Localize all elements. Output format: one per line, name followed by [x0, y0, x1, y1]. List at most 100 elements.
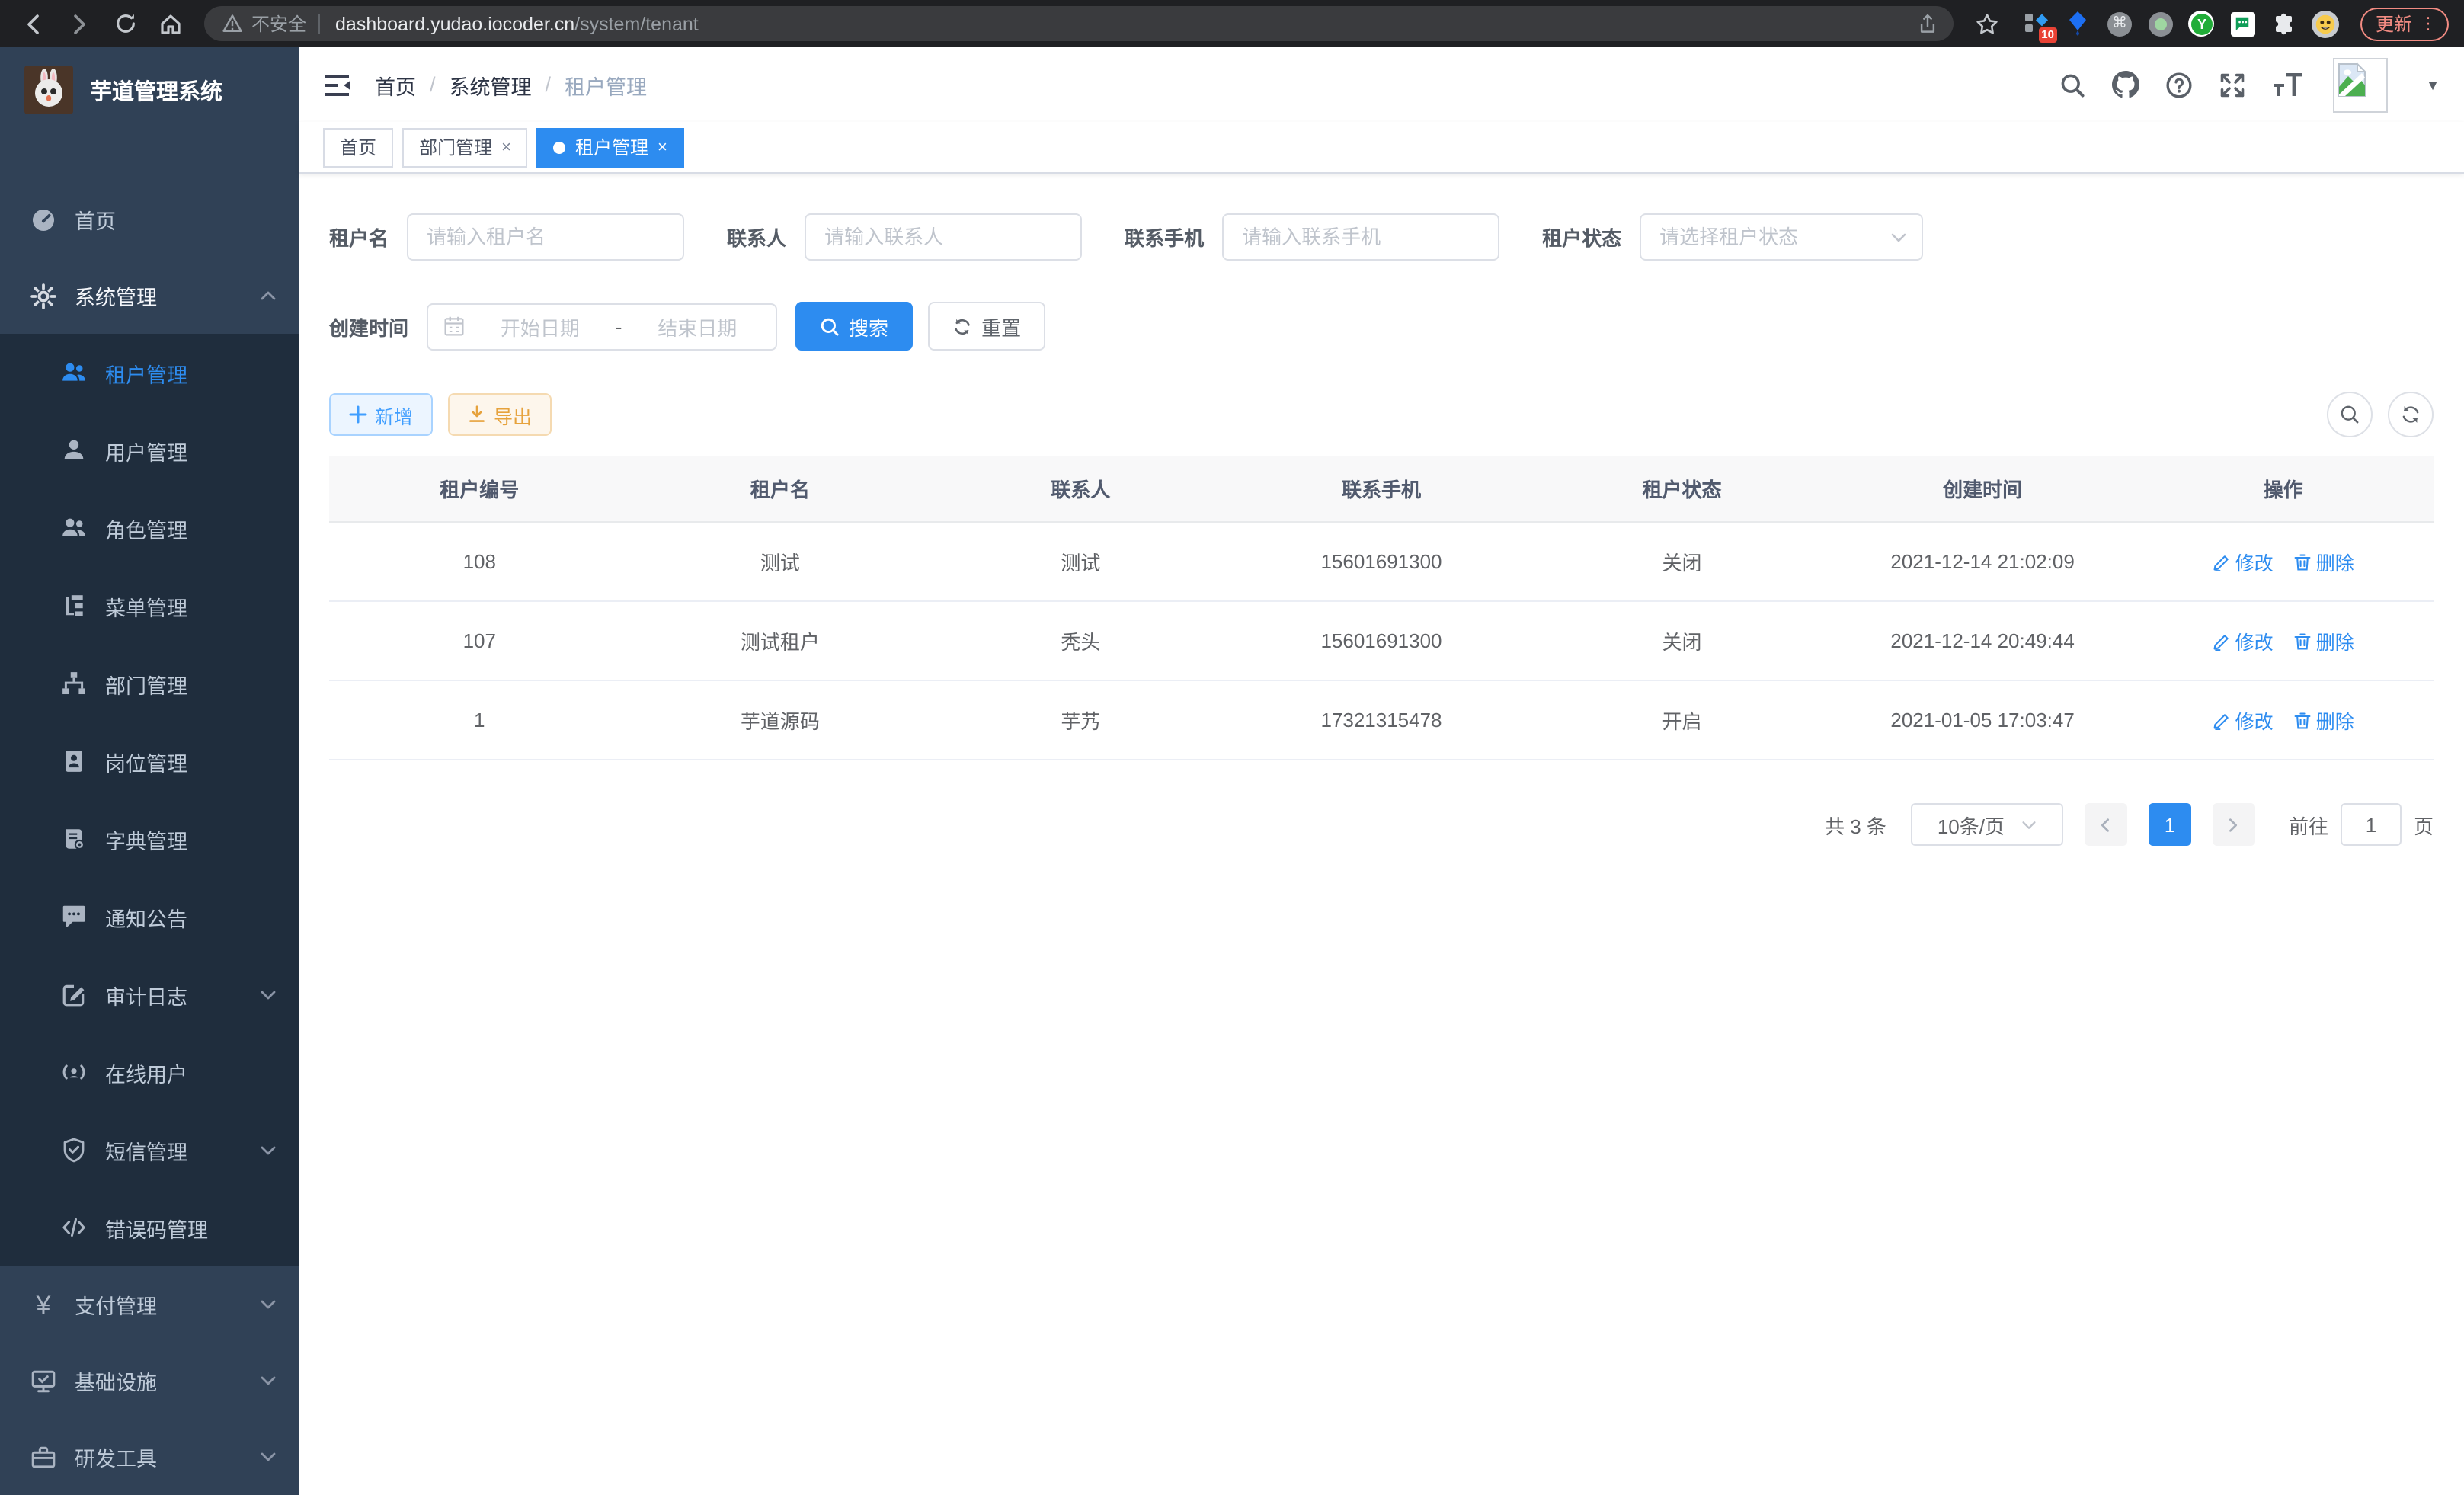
breadcrumb-home[interactable]: 首页 — [375, 69, 416, 100]
sidebar-item-system[interactable]: 系统管理 — [0, 258, 299, 334]
users-icon — [61, 360, 87, 386]
sidebar-item-payment[interactable]: ¥ 支付管理 — [0, 1266, 299, 1343]
sidebar-item-home[interactable]: 首页 — [0, 181, 299, 258]
export-button[interactable]: 导出 — [448, 393, 552, 436]
goto-page-input[interactable] — [2341, 803, 2402, 846]
extension-icon-chat[interactable] — [2229, 10, 2257, 37]
filter-tenant-name: 租户名 — [329, 213, 684, 261]
extension-icon-boxes-diamond[interactable]: 10 — [2024, 10, 2051, 37]
broken-image-icon — [2338, 62, 2366, 97]
sidebar-item-tenant[interactable]: 租户管理 — [0, 334, 299, 411]
chevron-down-icon — [259, 1448, 277, 1466]
delete-link[interactable]: 删除 — [2293, 706, 2354, 735]
extension-icon-y-logo[interactable]: Y — [2188, 10, 2216, 37]
breadcrumb-system[interactable]: 系统管理 — [450, 69, 532, 100]
sidebar-item-menu[interactable]: 菜单管理 — [0, 567, 299, 645]
goto-suffix: 页 — [2414, 810, 2434, 839]
sidebar-item-label: 错误码管理 — [105, 1212, 277, 1243]
tenant-status-select[interactable] — [1640, 213, 1923, 261]
contact-mobile-input[interactable] — [1222, 213, 1499, 261]
github-icon[interactable] — [2112, 71, 2139, 98]
cell-actions: 修改删除 — [2133, 601, 2434, 680]
cell-tenant-name: 测试租户 — [630, 601, 931, 680]
page-size-select[interactable]: 10条/页 — [1911, 803, 2063, 846]
close-icon[interactable]: × — [658, 138, 667, 156]
page-number-1[interactable]: 1 — [2149, 803, 2191, 846]
caret-down-icon[interactable]: ▼ — [2426, 77, 2440, 92]
sidebar-collapse-icon[interactable] — [320, 68, 354, 101]
reset-button[interactable]: 重置 — [928, 302, 1045, 351]
url-bar[interactable]: 不安全 dashboard.yudao.iocoder.cn/system/te… — [204, 6, 1954, 41]
url-divider — [318, 14, 320, 34]
edit-link[interactable]: 修改 — [2213, 547, 2274, 576]
cell-status: 关闭 — [1531, 601, 1832, 680]
tab-dept[interactable]: 部门管理 × — [402, 127, 528, 167]
delete-link[interactable]: 删除 — [2293, 547, 2354, 576]
monitor-icon — [30, 1368, 56, 1394]
header-actions: ▼ — [2059, 57, 2440, 112]
font-size-icon[interactable] — [2272, 72, 2304, 97]
profile-avatar-icon[interactable] — [2312, 10, 2339, 37]
sidebar-item-role[interactable]: 角色管理 — [0, 489, 299, 567]
show-search-toggle-button[interactable] — [2327, 392, 2373, 437]
refresh-table-button[interactable] — [2388, 392, 2434, 437]
extension-icon-gray-green-dot[interactable] — [2147, 10, 2174, 37]
extension-icon-balloon[interactable] — [2065, 10, 2092, 37]
sidebar-item-notice[interactable]: 通知公告 — [0, 878, 299, 956]
sidebar-item-audit-log[interactable]: 审计日志 — [0, 956, 299, 1033]
users-icon — [61, 515, 87, 541]
tenant-name-input[interactable] — [407, 213, 684, 261]
cell-contact-name: 测试 — [930, 522, 1231, 601]
tab-tenant[interactable]: 租户管理 × — [537, 127, 684, 167]
shield-icon — [61, 1137, 87, 1163]
page-size-value: 10条/页 — [1938, 810, 2005, 839]
sidebar-item-sms[interactable]: 短信管理 — [0, 1111, 299, 1189]
add-button[interactable]: 新增 — [329, 393, 433, 436]
avatar[interactable] — [2333, 57, 2388, 112]
sidebar-item-dept[interactable]: 部门管理 — [0, 645, 299, 722]
sidebar-item-user[interactable]: 用户管理 — [0, 411, 299, 489]
edit-link-label: 修改 — [2235, 626, 2274, 655]
back-icon[interactable] — [15, 5, 52, 42]
sidebar-item-error-code[interactable]: 错误码管理 — [0, 1189, 299, 1266]
prev-page-button[interactable] — [2085, 803, 2127, 846]
sidebar-item-dict[interactable]: 字典管理 — [0, 800, 299, 878]
browser-update-menu-button[interactable]: 更新 ⋮ — [2360, 7, 2449, 40]
cell-actions: 修改删除 — [2133, 522, 2434, 601]
contact-name-input[interactable] — [805, 213, 1082, 261]
extension-icon-command[interactable]: ⌘ — [2106, 10, 2133, 37]
home-icon[interactable] — [152, 5, 189, 42]
search-button[interactable]: 搜索 — [795, 302, 913, 351]
delete-link[interactable]: 删除 — [2293, 626, 2354, 655]
sidebar-item-dev-tools[interactable]: 研发工具 — [0, 1419, 299, 1495]
start-date-placeholder[interactable]: 开始日期 — [477, 312, 603, 341]
sidebar-item-post[interactable]: 岗位管理 — [0, 722, 299, 800]
bookmark-star-icon[interactable] — [1969, 5, 2005, 42]
close-icon[interactable]: × — [501, 138, 511, 156]
sidebar-item-online-users[interactable]: 在线用户 — [0, 1033, 299, 1111]
forward-icon[interactable] — [61, 5, 98, 42]
date-range-picker[interactable]: 开始日期 - 结束日期 — [427, 303, 777, 350]
online-icon — [61, 1059, 87, 1085]
sidebar-item-label: 短信管理 — [105, 1135, 259, 1165]
org-icon — [61, 671, 87, 696]
edit-link[interactable]: 修改 — [2213, 706, 2274, 735]
next-page-button[interactable] — [2213, 803, 2255, 846]
help-icon[interactable] — [2165, 71, 2193, 98]
share-icon[interactable] — [1917, 13, 1938, 34]
reload-icon[interactable] — [107, 5, 143, 42]
app-logo[interactable]: 芋道管理系统 — [0, 47, 299, 133]
end-date-placeholder[interactable]: 结束日期 — [634, 312, 760, 341]
fullscreen-icon[interactable] — [2219, 71, 2246, 98]
search-icon[interactable] — [2059, 71, 2086, 98]
tab-home[interactable]: 首页 — [323, 127, 393, 167]
calendar-icon — [443, 315, 465, 337]
sidebar-item-label: 租户管理 — [105, 357, 277, 388]
column-header: 租户状态 — [1531, 456, 1832, 522]
security-label[interactable]: 不安全 — [251, 11, 306, 37]
column-header: 租户名 — [630, 456, 931, 522]
edit-link[interactable]: 修改 — [2213, 626, 2274, 655]
extensions-puzzle-icon[interactable] — [2270, 10, 2298, 37]
sidebar-item-infrastructure[interactable]: 基础设施 — [0, 1343, 299, 1419]
warning-icon — [222, 14, 242, 34]
